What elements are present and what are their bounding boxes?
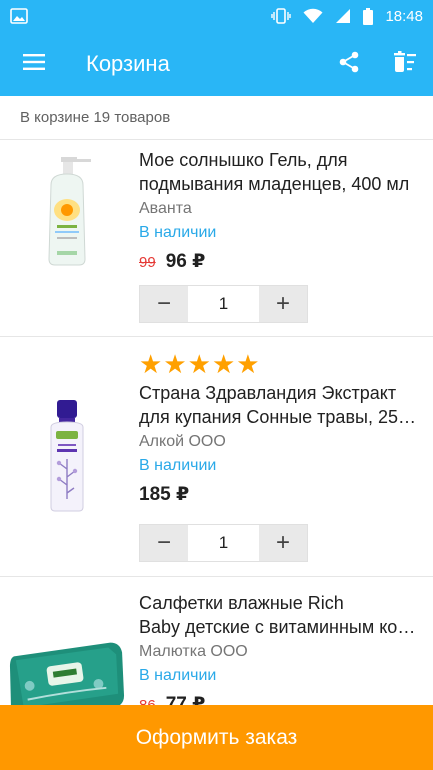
product-brand: Аванта	[139, 200, 192, 217]
quantity-value: 1	[188, 286, 259, 322]
delete-sweep-icon	[393, 50, 417, 78]
product-brand: Алкой ООО	[139, 433, 226, 450]
product-price: 185 ₽	[139, 484, 190, 505]
cart-count: В корзине 19 товаров	[0, 96, 433, 140]
clock-time: 18:48	[385, 7, 423, 25]
star-icon: ★	[211, 349, 237, 379]
product-name[interactable]: Страна Здравландия Экстракт для купания …	[139, 381, 423, 429]
product-image[interactable]	[8, 152, 126, 270]
product-name[interactable]: Салфетки влажные Rich Baby детские с вит…	[139, 591, 423, 639]
product-price: 77 ₽	[165, 694, 206, 705]
image-notification-icon	[10, 7, 28, 25]
minus-icon: −	[156, 529, 171, 556]
star-icon: ★	[163, 349, 188, 379]
wifi-icon	[303, 8, 323, 24]
page-title: Корзина	[86, 51, 170, 76]
product-image[interactable]	[8, 397, 126, 515]
increase-quantity-button[interactable]: +	[259, 525, 307, 561]
menu-button[interactable]	[0, 32, 68, 96]
plus-icon: +	[275, 529, 290, 556]
clear-cart-button[interactable]	[377, 32, 433, 96]
increase-quantity-button[interactable]: +	[259, 286, 307, 322]
quantity-stepper: − 1 +	[139, 524, 308, 562]
availability-status: В наличии	[139, 667, 217, 684]
hamburger-menu-icon	[23, 53, 45, 75]
share-button[interactable]	[321, 32, 377, 96]
quantity-stepper: − 1 +	[139, 285, 308, 323]
signal-icon	[335, 8, 351, 24]
plus-icon: +	[275, 290, 290, 317]
product-name-line: Страна Здравландия Экстракт	[139, 383, 397, 403]
star-icon: ★	[236, 349, 261, 379]
product-image[interactable]	[8, 617, 126, 705]
product-brand: Малютка ООО	[139, 643, 248, 660]
vibrate-icon	[271, 7, 292, 25]
status-bar: 18:48	[0, 0, 433, 32]
star-icon: ★	[139, 349, 164, 379]
old-price: 86	[139, 697, 156, 705]
cart-item: Мое солнышко Гель, для подмывания младен…	[0, 140, 433, 337]
checkout-button[interactable]: Оформить заказ	[0, 705, 433, 770]
availability-status: В наличии	[139, 224, 217, 241]
cart-item: ★★★★★ Страна Здравландия Экстракт для ку…	[0, 337, 433, 577]
star-icon: ★	[187, 349, 212, 379]
old-price: 99	[139, 254, 156, 271]
product-name-line: Мое солнышко Гель, для	[139, 150, 348, 170]
product-name[interactable]: Мое солнышко Гель, для подмывания младен…	[139, 148, 423, 196]
share-icon	[339, 51, 359, 78]
product-price: 96 ₽	[165, 251, 206, 272]
availability-status: В наличии	[139, 457, 217, 474]
product-name-line: для купания Сонные травы, 250 мл	[139, 407, 423, 427]
product-name-line: подмывания младенцев, 400 мл	[139, 174, 410, 194]
battery-icon	[363, 7, 374, 25]
product-name-line: Салфетки влажные Rich	[139, 593, 344, 613]
minus-icon: −	[156, 290, 171, 317]
cart-item: Салфетки влажные Rich Baby детские с вит…	[0, 577, 433, 705]
cart-list[interactable]: Мое солнышко Гель, для подмывания младен…	[0, 140, 433, 705]
product-rating: ★★★★★	[139, 351, 423, 379]
decrease-quantity-button[interactable]: −	[140, 525, 188, 561]
product-name-line: Baby детские с витаминным комплексом	[139, 617, 423, 637]
app-bar: Корзина	[0, 32, 433, 96]
quantity-value: 1	[188, 525, 259, 561]
decrease-quantity-button[interactable]: −	[140, 286, 188, 322]
